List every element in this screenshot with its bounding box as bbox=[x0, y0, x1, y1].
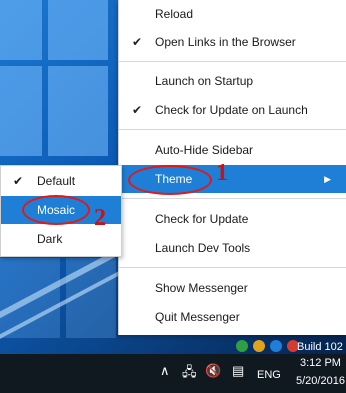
watermark-dot bbox=[270, 340, 282, 352]
checkmark-icon: ✔ bbox=[13, 174, 24, 188]
menu-item-label: Check for Update on Launch bbox=[155, 103, 308, 117]
menu-item-reload[interactable]: Reload bbox=[119, 0, 346, 28]
watermark-dot bbox=[253, 340, 265, 352]
menu-item-show-messenger[interactable]: Show Messenger bbox=[119, 274, 346, 302]
menu-item-label: Show Messenger bbox=[155, 281, 248, 295]
build-label: Build 102 bbox=[297, 341, 343, 353]
submenu-item-default[interactable]: ✔ Default bbox=[1, 167, 121, 195]
menu-item-label: Check for Update bbox=[155, 212, 249, 226]
chevron-up-icon[interactable]: ∧ bbox=[160, 363, 170, 379]
annotation-oval-mosaic bbox=[22, 195, 90, 225]
menu-separator bbox=[119, 61, 346, 62]
notification-icon[interactable]: ▤ bbox=[232, 363, 244, 379]
annotation-number-2: 2 bbox=[94, 205, 106, 231]
wallpaper-pane bbox=[0, 66, 42, 156]
menu-item-launch-dev-tools[interactable]: Launch Dev Tools bbox=[119, 234, 346, 262]
menu-item-label: Launch Dev Tools bbox=[155, 241, 251, 255]
checkmark-icon: ✔ bbox=[132, 35, 143, 49]
wallpaper-pane bbox=[0, 0, 42, 60]
menu-item-label: Open Links in the Browser bbox=[155, 35, 296, 49]
menu-item-check-for-update[interactable]: Check for Update bbox=[119, 205, 346, 233]
submenu-arrow-icon: ▶ bbox=[324, 174, 331, 184]
clock-time[interactable]: 3:12 PM bbox=[300, 357, 341, 369]
network-icon[interactable]: 🖧 bbox=[182, 363, 197, 385]
menu-item-label: Quit Messenger bbox=[155, 310, 240, 324]
menu-item-open-links-in-browser[interactable]: ✔ Open Links in the Browser bbox=[119, 28, 346, 56]
watermark-dot bbox=[236, 340, 248, 352]
menu-item-quit-messenger[interactable]: Quit Messenger bbox=[119, 303, 346, 331]
submenu-item-label: Dark bbox=[37, 232, 63, 246]
menu-item-check-update-on-launch[interactable]: ✔ Check for Update on Launch bbox=[119, 96, 346, 124]
submenu-item-label: Default bbox=[37, 174, 76, 188]
clock-date[interactable]: 5/20/2016 bbox=[296, 375, 345, 387]
menu-item-label: Launch on Startup bbox=[155, 74, 254, 88]
checkmark-icon: ✔ bbox=[132, 103, 143, 117]
annotation-oval-theme bbox=[128, 165, 212, 195]
menu-separator bbox=[119, 129, 346, 130]
taskbar bbox=[0, 354, 346, 393]
language-indicator[interactable]: ENG bbox=[257, 369, 281, 381]
menu-item-label: Auto-Hide Sidebar bbox=[155, 143, 254, 157]
wallpaper-pane bbox=[48, 0, 108, 60]
volume-muted-icon[interactable]: 🔇 bbox=[205, 363, 221, 379]
menu-item-auto-hide-sidebar[interactable]: Auto-Hide Sidebar bbox=[119, 136, 346, 164]
menu-separator bbox=[119, 198, 346, 199]
menu-separator bbox=[119, 267, 346, 268]
wallpaper-pane bbox=[48, 66, 108, 156]
menu-item-label: Reload bbox=[155, 7, 194, 21]
menu-item-launch-on-startup[interactable]: Launch on Startup bbox=[119, 67, 346, 95]
annotation-number-1: 1 bbox=[216, 160, 228, 186]
